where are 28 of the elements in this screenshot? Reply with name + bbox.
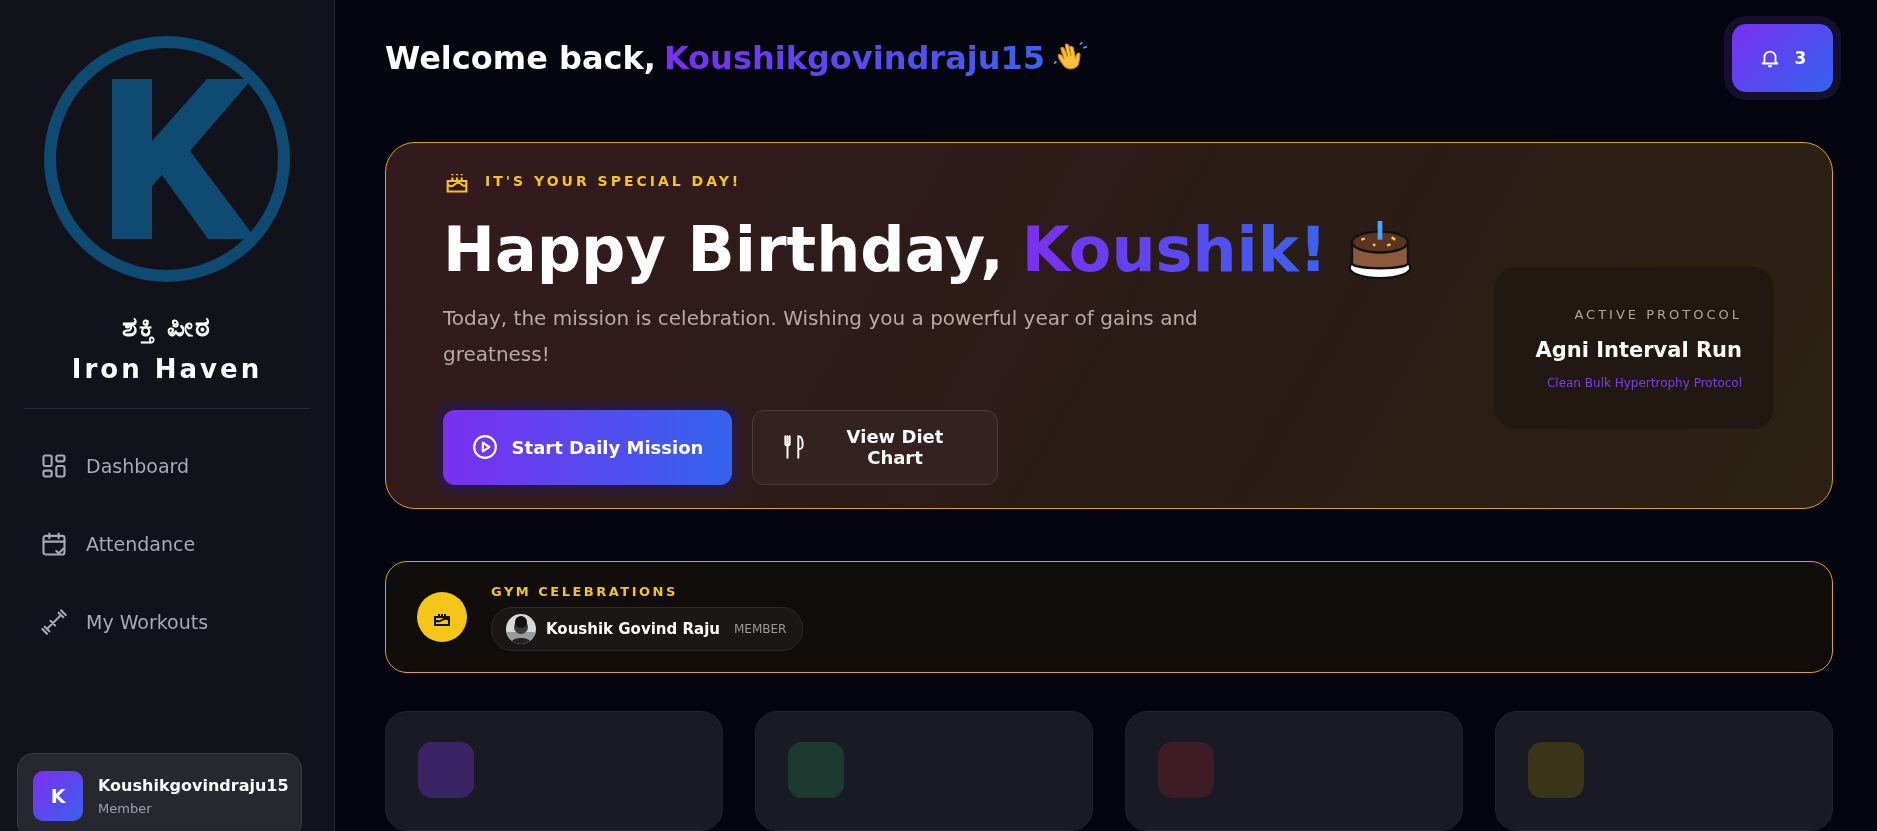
protocol-label: ACTIVE PROTOCOL <box>1574 306 1742 322</box>
brand-native-name: ಶಕ್ತಿ ಪೀಠ <box>121 310 213 344</box>
dumbbell-icon <box>40 608 68 636</box>
brand-name: Iron Haven <box>71 354 263 384</box>
cake-icon <box>417 592 467 642</box>
protocol-plan: Clean Bulk Hypertrophy Protocol <box>1546 375 1742 390</box>
cutlery-icon <box>781 434 807 460</box>
nav-item[interactable]: Dashboard <box>40 447 334 485</box>
birthday-title: Happy Birthday, <box>443 212 1004 286</box>
diet-chart-button[interactable]: View Diet Chart <box>752 409 998 485</box>
member-role: MEMBER <box>733 621 787 636</box>
nav-item[interactable]: Attendance <box>40 525 334 563</box>
protocol-name: Agni Interval Run <box>1535 337 1742 362</box>
user-card[interactable]: K Koushikgovindraju15 Member <box>17 753 302 831</box>
eyebrow-text: IT'S YOUR SPECIAL DAY! <box>485 172 742 189</box>
member-chip[interactable]: Koushik Govind Raju MEMBER <box>491 606 804 651</box>
logo-icon <box>42 34 292 284</box>
user-role: Member <box>98 801 153 816</box>
celebrations-title: GYM CELEBRATIONS <box>491 583 679 599</box>
dashboard-icon <box>40 452 68 480</box>
nav-item[interactable]: My Workouts <box>40 603 334 641</box>
play-icon <box>471 434 498 460</box>
user-avatar: K <box>33 771 83 821</box>
birthday-message: Today, the mission is celebration. Wishing you a powerful year of gains and greatness! <box>443 304 1199 368</box>
user-name: Koushikgovindraju15 <box>98 776 289 795</box>
calendar-icon <box>40 530 68 558</box>
welcome-text: Welcome back, <box>385 39 656 77</box>
member-name: Koushik Govind Raju <box>546 619 720 638</box>
